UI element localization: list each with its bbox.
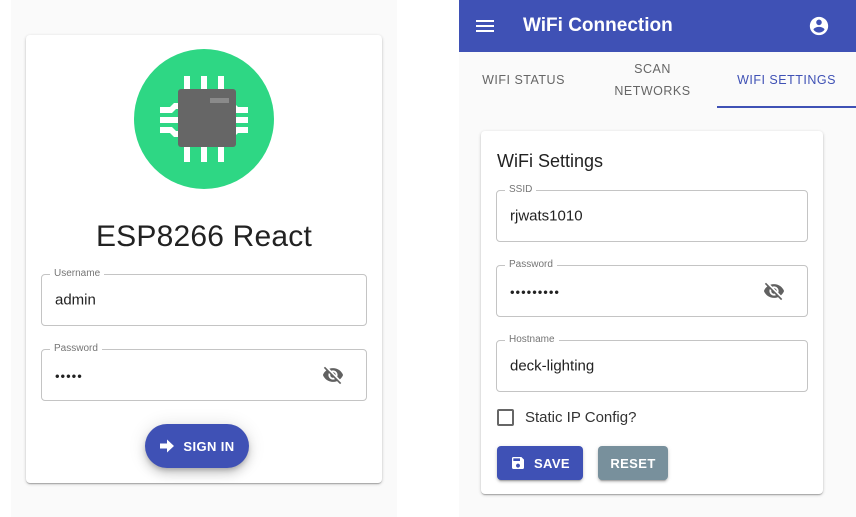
ssid-field[interactable]: SSID rjwats1010	[496, 184, 808, 242]
tab-wifi-status[interactable]: WIFI STATUS	[459, 52, 588, 108]
card-title: WiFi Settings	[497, 151, 604, 171]
save-icon	[511, 457, 524, 469]
wifi-password-label: Password	[505, 259, 557, 271]
password-input[interactable]: •••••	[55, 369, 305, 384]
visibility-off-icon[interactable]	[322, 364, 344, 386]
sign-in-button[interactable]: SIGN IN	[145, 424, 249, 468]
tab-scan-networks-label: SCAN NETWORKS	[614, 62, 691, 98]
password-label: Password	[50, 343, 102, 355]
sign-in-label: SIGN IN	[183, 438, 235, 454]
tab-wifi-settings[interactable]: WIFI SETTINGS	[717, 52, 856, 108]
static-ip-label: Static IP Config?	[525, 409, 637, 426]
username-input[interactable]: admin	[55, 292, 305, 309]
save-label: SAVE	[533, 455, 571, 471]
app-title: ESP8266 React	[95, 220, 313, 253]
app-bar: WiFi Connection	[459, 0, 856, 52]
username-field[interactable]: Username admin	[41, 268, 367, 326]
tab-scan-networks[interactable]: SCAN NETWORKS	[588, 52, 717, 108]
wifi-settings-card: WiFi Settings SSID rjwats1010 Password •…	[481, 131, 823, 494]
menu-icon[interactable]	[475, 16, 495, 36]
ssid-input[interactable]: rjwats1010	[510, 208, 760, 225]
active-tab-indicator	[717, 106, 856, 108]
hostname-input[interactable]: deck-lighting	[510, 358, 760, 375]
arrow-forward-icon	[160, 439, 175, 453]
wifi-password-input[interactable]: •••••••••	[510, 285, 760, 300]
save-button[interactable]: SAVE	[497, 446, 583, 480]
hostname-label: Hostname	[505, 334, 559, 346]
login-screen: ESP8266 React Username admin Password ••…	[11, 0, 397, 517]
login-card: ESP8266 React Username admin Password ••…	[26, 35, 382, 483]
visibility-off-icon[interactable]	[763, 280, 785, 302]
password-field[interactable]: Password •••••	[41, 343, 367, 401]
static-ip-checkbox[interactable]	[497, 409, 514, 426]
tab-bar: WIFI STATUS SCAN NETWORKS WIFI SETTINGS	[459, 52, 856, 108]
account-circle-icon[interactable]	[808, 15, 830, 37]
wifi-screen: WiFi Connection WIFI STATUS SCAN NETWORK…	[459, 0, 856, 517]
wifi-password-field[interactable]: Password •••••••••	[496, 259, 808, 317]
reset-button[interactable]: RESET	[598, 446, 668, 480]
app-bar-title: WiFi Connection	[523, 15, 673, 36]
username-label: Username	[50, 268, 105, 280]
hostname-field[interactable]: Hostname deck-lighting	[496, 334, 808, 392]
chip-icon	[134, 49, 274, 189]
ssid-label: SSID	[505, 184, 537, 196]
static-ip-checkbox-row[interactable]: Static IP Config?	[497, 409, 636, 426]
